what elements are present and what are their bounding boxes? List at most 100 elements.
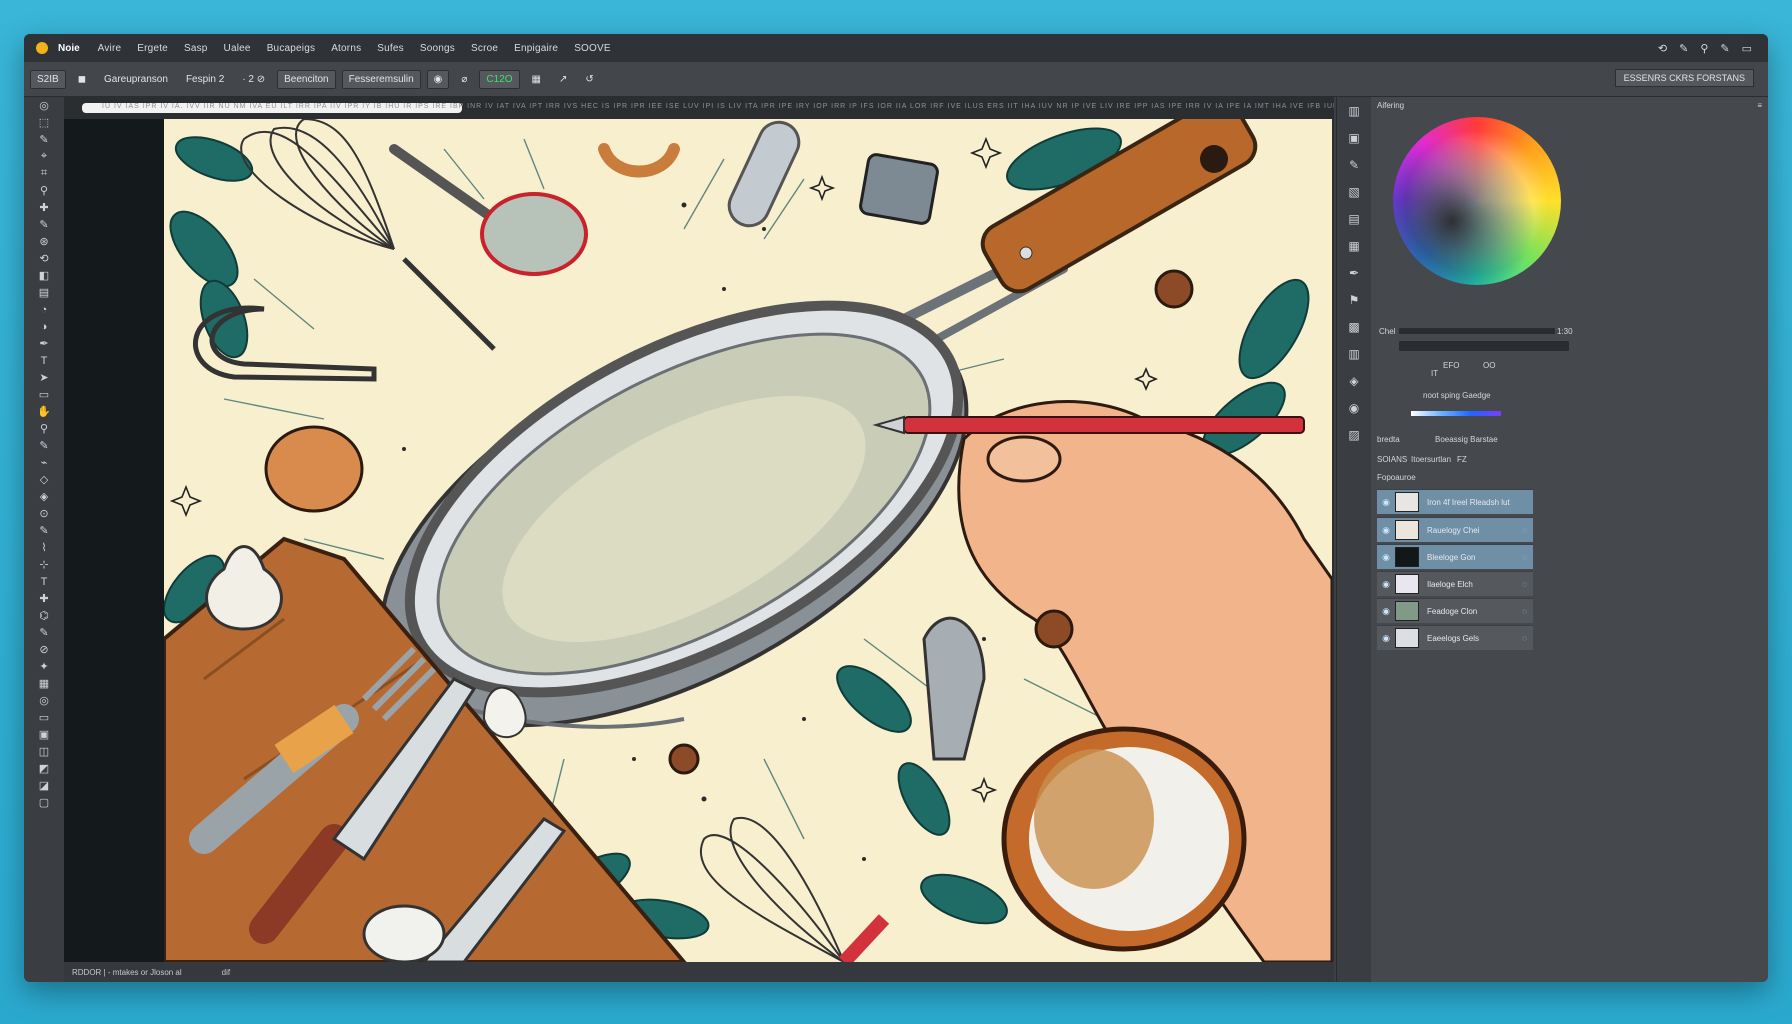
tool-icon-25[interactable]: ⊙ bbox=[24, 505, 64, 522]
layer-row[interactable]: ◉ Eaeelogs Gels ◌ bbox=[1377, 625, 1533, 650]
value-slider[interactable] bbox=[1399, 341, 1569, 351]
refresh-icon[interactable]: ↺ bbox=[579, 71, 599, 88]
tool-icon-22[interactable]: ⌁ bbox=[24, 454, 64, 471]
layer-lock-icon[interactable]: ◌ bbox=[1522, 607, 1527, 616]
panel-icon-11[interactable]: ◈ bbox=[1337, 367, 1371, 394]
layer-row[interactable]: ◉ Feadoge Clon ◌ bbox=[1377, 598, 1533, 623]
window-icon[interactable]: ▭ bbox=[1742, 42, 1752, 55]
layer-row[interactable]: ◉ Ilaeloge Elch ◌ bbox=[1377, 571, 1533, 596]
menu-item-1[interactable]: Avire bbox=[98, 43, 122, 54]
menu-item-4[interactable]: Ualee bbox=[224, 43, 251, 54]
eye-icon[interactable]: ◉ bbox=[1377, 552, 1395, 563]
eyedropper-tool-icon[interactable]: ⚲ bbox=[24, 182, 64, 199]
menu-item-8[interactable]: Soongs bbox=[420, 43, 455, 54]
menu-item-9[interactable]: Scroe bbox=[471, 43, 498, 54]
menu-item-3[interactable]: Sasp bbox=[184, 43, 208, 54]
heal-tool-icon[interactable]: ✚ bbox=[24, 199, 64, 216]
tool-icon-24[interactable]: ◈ bbox=[24, 488, 64, 505]
panel-icon-3[interactable]: ✎ bbox=[1337, 151, 1371, 178]
artboard-canvas[interactable] bbox=[164, 119, 1332, 962]
tool-icon-30[interactable]: ✚ bbox=[24, 590, 64, 607]
pen-tool-icon[interactable]: ✒ bbox=[24, 335, 64, 352]
panel-icon-8[interactable]: ⚑ bbox=[1337, 286, 1371, 313]
eye-icon[interactable]: ◉ bbox=[1377, 525, 1395, 536]
type-tool-icon[interactable]: T bbox=[24, 352, 64, 369]
panel-menu-icon[interactable]: ≡ bbox=[1757, 101, 1762, 110]
dodge-tool-icon[interactable]: ◑ bbox=[24, 318, 64, 335]
hue-bar[interactable] bbox=[1411, 411, 1501, 416]
toggle-icon[interactable]: ◉ bbox=[426, 69, 450, 89]
setting-field[interactable]: Fesseremsulin bbox=[341, 69, 421, 89]
layers-tab-2[interactable]: Itoersurtlan bbox=[1411, 455, 1451, 464]
zoom-field[interactable]: C12O bbox=[479, 69, 520, 89]
layer-group-row[interactable]: ◉ Iron 4f Ireel Rleadsh lut bbox=[1377, 489, 1533, 514]
brush-icon[interactable]: ◼ bbox=[72, 71, 92, 88]
pen-icon[interactable]: ✎ bbox=[1679, 42, 1688, 55]
select-tool-icon[interactable]: ⌖ bbox=[24, 148, 64, 165]
stamp-tool-icon[interactable]: ⊛ bbox=[24, 233, 64, 250]
tool-icon-34[interactable]: ✦ bbox=[24, 658, 64, 675]
move-tool-icon[interactable]: ◎ bbox=[24, 97, 64, 114]
panel-icon-13[interactable]: ▨ bbox=[1337, 421, 1371, 448]
history-icon[interactable]: ⟲ bbox=[1658, 42, 1667, 55]
panel-icon-10[interactable]: ▥ bbox=[1337, 340, 1371, 367]
tool-icon-21[interactable]: ✎ bbox=[24, 437, 64, 454]
layer-lock-icon[interactable]: ◌ bbox=[1522, 526, 1527, 535]
search-icon[interactable]: ⚲ bbox=[1700, 42, 1708, 55]
blur-tool-icon[interactable]: ◔ bbox=[24, 301, 64, 318]
panel-icon-12[interactable]: ◉ bbox=[1337, 394, 1371, 421]
tool-name-field[interactable]: Beenciton bbox=[277, 69, 336, 89]
menu-item-10[interactable]: Enpigaire bbox=[514, 43, 558, 54]
arrow-icon[interactable]: ↗ bbox=[553, 71, 573, 88]
panel-icon-9[interactable]: ▩ bbox=[1337, 313, 1371, 340]
tool-icon-37[interactable]: ▭ bbox=[24, 709, 64, 726]
panel-icon-6[interactable]: ▦ bbox=[1337, 232, 1371, 259]
tool-icon-32[interactable]: ✎ bbox=[24, 624, 64, 641]
layer-lock-icon[interactable]: ◌ bbox=[1522, 580, 1527, 589]
tool-icon-41[interactable]: ◪ bbox=[24, 777, 64, 794]
preset-select[interactable]: S2IB bbox=[30, 69, 66, 89]
panel-icon-5[interactable]: ▤ bbox=[1337, 205, 1371, 232]
eye-icon[interactable]: ◉ bbox=[1377, 579, 1395, 590]
brush-tool-icon[interactable]: ✎ bbox=[24, 216, 64, 233]
eraser-tool-icon[interactable]: ◧ bbox=[24, 267, 64, 284]
tool-icon-29[interactable]: T bbox=[24, 573, 64, 590]
menu-item-7[interactable]: Sufes bbox=[377, 43, 404, 54]
tool-icon-39[interactable]: ◫ bbox=[24, 743, 64, 760]
tool-icon-42[interactable]: ▢ bbox=[24, 794, 64, 811]
tool-icon-38[interactable]: ▣ bbox=[24, 726, 64, 743]
tool-icon-28[interactable]: ⊹ bbox=[24, 556, 64, 573]
panel-icon-7[interactable]: ✒ bbox=[1337, 259, 1371, 286]
path-tool-icon[interactable]: ➤ bbox=[24, 369, 64, 386]
layer-lock-icon[interactable]: ◌ bbox=[1522, 634, 1527, 643]
tool-icon-33[interactable]: ⊘ bbox=[24, 641, 64, 658]
edit-icon[interactable]: ✎ bbox=[1720, 42, 1729, 55]
layer-row[interactable]: ◉ Bleeloge Gon ◌ bbox=[1377, 544, 1533, 569]
tool-icon-35[interactable]: ▦ bbox=[24, 675, 64, 692]
color-slider[interactable] bbox=[1399, 328, 1555, 334]
preset-name[interactable]: Gareupranson bbox=[98, 71, 174, 88]
tool-icon-31[interactable]: ⌬ bbox=[24, 607, 64, 624]
eye-icon[interactable]: ◉ bbox=[1377, 633, 1395, 644]
layer-lock-icon[interactable]: ◌ bbox=[1522, 553, 1527, 562]
grid-icon[interactable]: ▦ bbox=[526, 71, 547, 88]
crop-tool-icon[interactable]: ⌗ bbox=[24, 165, 64, 182]
field-angle[interactable]: · 2 ⊘ bbox=[236, 71, 271, 88]
zoom-tool-icon[interactable]: ⚲ bbox=[24, 420, 64, 437]
layer-row[interactable]: ◉ Rauelogy Chei ◌ bbox=[1377, 517, 1533, 542]
panel-icon-4[interactable]: ▧ bbox=[1337, 178, 1371, 205]
marquee-tool-icon[interactable]: ⬚ bbox=[24, 114, 64, 131]
menu-item-5[interactable]: Bucapeigs bbox=[267, 43, 316, 54]
menu-item-2[interactable]: Ergete bbox=[137, 43, 168, 54]
history-brush-icon[interactable]: ⟲ bbox=[24, 250, 64, 267]
tool-icon-23[interactable]: ◇ bbox=[24, 471, 64, 488]
eye-icon[interactable]: ◉ bbox=[1377, 497, 1395, 508]
tool-icon-27[interactable]: ⌇ bbox=[24, 539, 64, 556]
shape-tool-icon[interactable]: ▭ bbox=[24, 386, 64, 403]
gradient-tool-icon[interactable]: ▤ bbox=[24, 284, 64, 301]
field-spin[interactable]: Fespin 2 bbox=[180, 71, 230, 88]
color-wheel[interactable] bbox=[1393, 117, 1561, 285]
hand-tool-icon[interactable]: ✋ bbox=[24, 403, 64, 420]
tool-icon-26[interactable]: ✎ bbox=[24, 522, 64, 539]
tab-brushes[interactable]: bredta bbox=[1377, 435, 1400, 444]
